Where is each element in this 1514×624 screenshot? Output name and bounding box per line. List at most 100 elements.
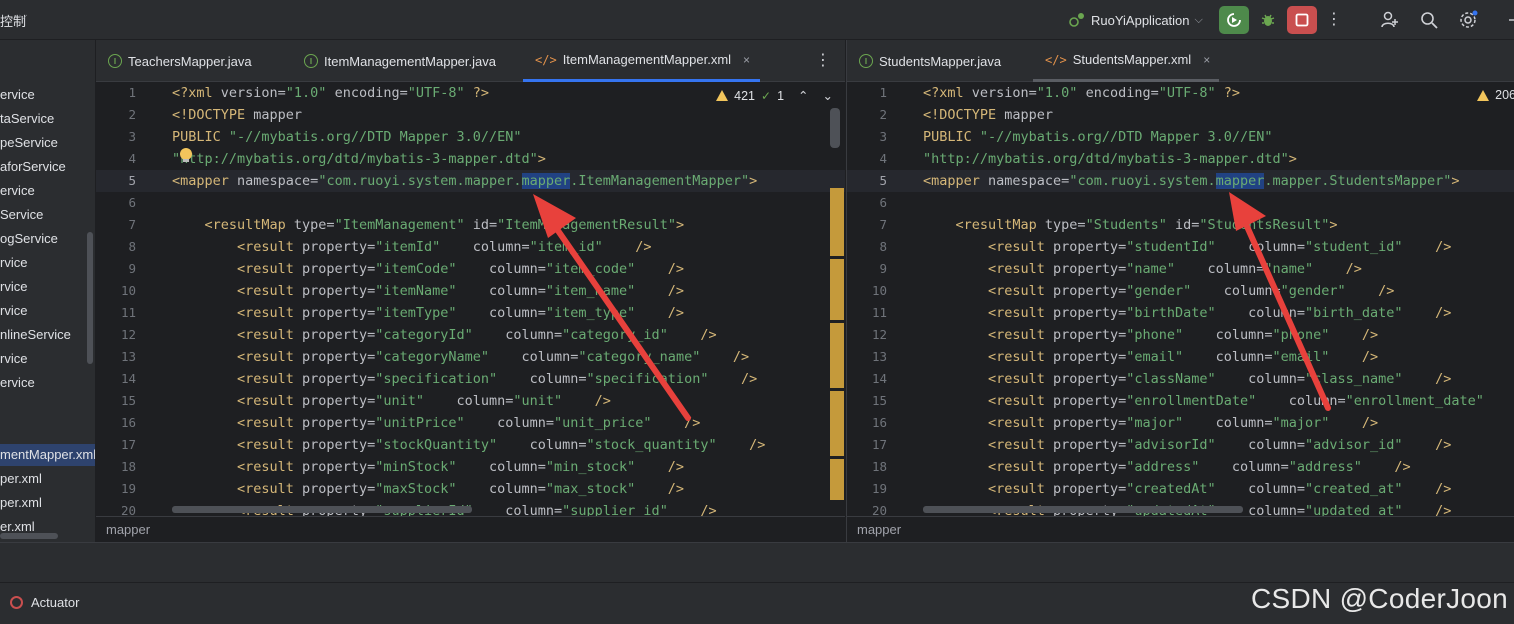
more-actions-button[interactable]: ⋮ (1324, 8, 1344, 32)
line-number[interactable]: 16 (96, 412, 136, 434)
code-line[interactable]: 4 "http://mybatis.org/dtd/mybatis-3-mappe… (96, 148, 845, 170)
line-number[interactable]: 5 (96, 170, 136, 192)
line-number[interactable]: 19 (847, 478, 887, 500)
line-number[interactable]: 13 (847, 346, 887, 368)
project-tree-item[interactable]: ogService (0, 228, 58, 250)
project-tree-item[interactable]: rvice (0, 276, 27, 298)
code-line[interactable]: 7 <resultMap type="Students" id="Student… (847, 214, 1514, 236)
code-line[interactable]: 18 <result property="address" column="ad… (847, 456, 1514, 478)
code-line[interactable]: 16 <result property="major" column="majo… (847, 412, 1514, 434)
project-tree-item[interactable]: mentMapper.xml (0, 444, 95, 466)
line-number[interactable]: 1 (847, 82, 887, 104)
line-number[interactable]: 4 (847, 148, 887, 170)
code-line[interactable]: 14 <result property="className" column="… (847, 368, 1514, 390)
line-number[interactable]: 16 (847, 412, 887, 434)
code-line[interactable]: 3 PUBLIC "-//mybatis.org//DTD Mapper 3.0/… (96, 126, 845, 148)
line-number[interactable]: 8 (96, 236, 136, 258)
code-line[interactable]: 17 <result property="advisorId" column="… (847, 434, 1514, 456)
code-line[interactable]: 5 <mapper namespace="com.ruoyi.system.map… (96, 170, 845, 192)
tab-list-menu-button[interactable]: ⋮ (815, 50, 831, 70)
code-line[interactable]: 11 <result property="itemType" column="i… (96, 302, 845, 324)
line-number[interactable]: 9 (96, 258, 136, 280)
code-editor[interactable]: 1 <?xml version="1.0" encoding="UTF-8" ?>… (847, 82, 1514, 516)
line-number[interactable]: 7 (96, 214, 136, 236)
line-number[interactable]: 3 (847, 126, 887, 148)
line-number[interactable]: 8 (847, 236, 887, 258)
line-number[interactable]: 10 (96, 280, 136, 302)
line-number[interactable]: 5 (847, 170, 887, 192)
editor-tab[interactable]: </> StudentsMapper.xml × (1033, 40, 1219, 82)
chevron-down-icon[interactable]: ⌵ (19, 10, 27, 23)
code-line[interactable]: 8 <result property="studentId" column="s… (847, 236, 1514, 258)
code-line[interactable]: 9 <result property="name" column="name" … (847, 258, 1514, 280)
line-number[interactable]: 6 (96, 192, 136, 214)
horizontal-scrollbar[interactable] (923, 506, 1243, 513)
project-tree-item[interactable]: ervice (0, 372, 35, 394)
line-number[interactable]: 14 (847, 368, 887, 390)
line-number[interactable]: 6 (847, 192, 887, 214)
line-number[interactable]: 11 (847, 302, 887, 324)
code-line[interactable]: 7 <resultMap type="ItemManagement" id="I… (96, 214, 845, 236)
line-number[interactable]: 7 (847, 214, 887, 236)
code-line[interactable]: 16 <result property="unitPrice" column="… (96, 412, 845, 434)
actuator-tool-button[interactable]: Actuator (10, 595, 79, 610)
project-tree-item[interactable]: rvice (0, 300, 27, 322)
code-line[interactable]: 2 <!DOCTYPE mapper (96, 104, 845, 126)
code-line[interactable]: 18 <result property="minStock" column="m… (96, 456, 845, 478)
project-tree-item[interactable]: rvice (0, 348, 27, 370)
debug-button[interactable] (1254, 6, 1282, 34)
project-tree-item[interactable]: ervice (0, 180, 35, 202)
code-line[interactable]: 4 "http://mybatis.org/dtd/mybatis-3-mappe… (847, 148, 1514, 170)
editor-tab[interactable]: I TeachersMapper.java (96, 40, 271, 82)
horizontal-scrollbar[interactable] (0, 533, 58, 539)
line-number[interactable]: 13 (96, 346, 136, 368)
settings-icon[interactable] (1456, 8, 1480, 32)
line-number[interactable]: 19 (96, 478, 136, 500)
code-line[interactable]: 6 (847, 192, 1514, 214)
code-line[interactable]: 12 <result property="phone" column="phon… (847, 324, 1514, 346)
code-line[interactable]: 9 <result property="itemCode" column="it… (96, 258, 845, 280)
close-icon[interactable]: × (1203, 53, 1210, 67)
line-number[interactable]: 17 (847, 434, 887, 456)
line-number[interactable]: 1 (96, 82, 136, 104)
line-number[interactable]: 18 (96, 456, 136, 478)
code-line[interactable]: 10 <result property="gender" column="gen… (847, 280, 1514, 302)
code-editor[interactable]: 1 <?xml version="1.0" encoding="UTF-8" ?>… (96, 82, 845, 516)
project-tree-item[interactable]: nlineService (0, 324, 71, 346)
editor-tab[interactable]: I ItemManagementMapper.java (292, 40, 502, 82)
line-number[interactable]: 15 (847, 390, 887, 412)
line-number[interactable]: 20 (847, 500, 887, 516)
line-number[interactable]: 2 (96, 104, 136, 126)
code-line[interactable]: 2 <!DOCTYPE mapper (847, 104, 1514, 126)
editor-tab[interactable]: I StudentsMapper.java (847, 40, 1022, 82)
code-line[interactable]: 1 <?xml version="1.0" encoding="UTF-8" ?> (96, 82, 845, 104)
line-number[interactable]: 3 (96, 126, 136, 148)
project-tree-item[interactable]: taService (0, 108, 54, 130)
line-number[interactable]: 15 (96, 390, 136, 412)
line-number[interactable]: 2 (847, 104, 887, 126)
code-line[interactable]: 19 <result property="maxStock" column="m… (96, 478, 845, 500)
run-config-selector[interactable]: RuoYiApplication ⌵ (1068, 8, 1203, 32)
code-line[interactable]: 5 <mapper namespace="com.ruoyi.system.map… (847, 170, 1514, 192)
add-user-icon[interactable] (1378, 8, 1402, 32)
breadcrumb[interactable]: mapper (96, 516, 845, 542)
close-icon[interactable]: × (743, 53, 750, 67)
code-line[interactable]: 12 <result property="categoryId" column=… (96, 324, 845, 346)
horizontal-scrollbar[interactable] (172, 506, 472, 513)
code-line[interactable]: 19 <result property="createdAt" column="… (847, 478, 1514, 500)
editor-tab[interactable]: </> ItemManagementMapper.xml × (523, 40, 760, 82)
line-number[interactable]: 10 (847, 280, 887, 302)
code-line[interactable]: 15 <result property="unit" column="unit"… (96, 390, 845, 412)
line-number[interactable]: 20 (96, 500, 136, 516)
code-line[interactable]: 8 <result property="itemId" column="item… (96, 236, 845, 258)
rerun-button[interactable] (1219, 6, 1249, 34)
project-tree-item[interactable]: ervice (0, 84, 35, 106)
minimize-icon[interactable] (1500, 8, 1514, 32)
project-tree-item[interactable]: aforService (0, 156, 66, 178)
line-number[interactable]: 18 (847, 456, 887, 478)
code-line[interactable]: 13 <result property="email" column="emai… (847, 346, 1514, 368)
stop-button[interactable] (1287, 6, 1317, 34)
search-icon[interactable] (1417, 8, 1441, 32)
code-line[interactable]: 6 (96, 192, 845, 214)
vertical-scrollbar[interactable] (87, 232, 93, 364)
